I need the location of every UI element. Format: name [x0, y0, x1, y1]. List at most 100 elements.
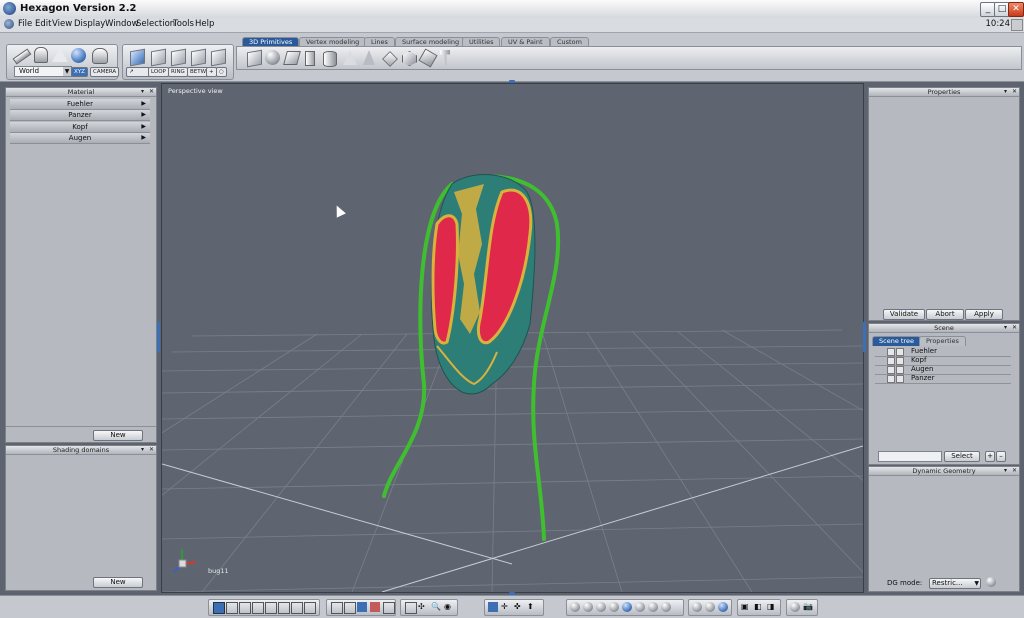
object-mode-icon[interactable] — [130, 48, 145, 67]
dg-toggle-icon[interactable] — [986, 577, 996, 587]
material-item-panzer[interactable]: Panzer ▶ — [10, 110, 150, 121]
two-views-icon[interactable] — [226, 602, 238, 614]
menu-tools[interactable]: Tools — [173, 19, 194, 29]
panel-close-icon[interactable]: ✕ — [148, 446, 155, 453]
xray-icon[interactable] — [648, 602, 658, 612]
face-mode-icon[interactable] — [191, 48, 206, 67]
walk-icon[interactable]: ✛ — [501, 602, 511, 612]
smooth-shading-icon[interactable] — [609, 602, 619, 612]
box-primitive-icon[interactable] — [305, 51, 315, 66]
split-right-icon[interactable] — [304, 602, 316, 614]
three-views-icon[interactable] — [239, 602, 251, 614]
panel-close-icon[interactable]: ✕ — [1011, 467, 1018, 474]
perspective-viewport[interactable]: Perspective view bug11 — [161, 83, 864, 593]
dodecahedron-primitive-icon[interactable] — [418, 48, 438, 68]
collapse-all-icon[interactable]: – — [996, 451, 1006, 462]
zoom-icon[interactable]: 🔍 — [431, 602, 441, 612]
fx-icon[interactable] — [718, 602, 728, 612]
pyramid-primitive-icon[interactable] — [363, 50, 375, 65]
wireframe-icon[interactable] — [570, 602, 580, 612]
close-button[interactable]: ✕ — [1008, 2, 1024, 17]
menu-file[interactable]: File — [18, 19, 32, 29]
validate-button[interactable]: Validate — [883, 309, 925, 320]
scene-tree-row[interactable]: Panzer — [875, 374, 1011, 384]
material-item-fuehler[interactable]: Fuehler ▶ — [10, 99, 150, 110]
cylinder-primitive-icon[interactable] — [323, 51, 337, 67]
smooth-wire-icon[interactable] — [635, 602, 645, 612]
visibility-icon[interactable] — [887, 366, 895, 374]
panel-menu-icon[interactable]: ▾ — [139, 446, 146, 453]
textured-shading-icon[interactable] — [622, 602, 632, 612]
sphere-primitive-icon[interactable] — [265, 50, 280, 65]
texture-grid-icon[interactable] — [370, 602, 380, 612]
visibility-icon[interactable] — [887, 375, 895, 383]
coordinate-system-select[interactable]: World ▼ — [14, 66, 72, 77]
expand-all-icon[interactable]: + — [985, 451, 995, 462]
full-render-icon[interactable]: ◨ — [767, 602, 777, 612]
edge-mode-icon[interactable] — [171, 48, 186, 67]
pan-icon[interactable]: ✣ — [418, 602, 428, 612]
vertex-mode-icon[interactable] — [151, 48, 166, 67]
diamond-primitive-icon[interactable] — [382, 51, 398, 67]
orbit-icon[interactable] — [488, 602, 498, 612]
grid-icon[interactable] — [344, 602, 356, 614]
frame-icon[interactable] — [405, 602, 417, 614]
panel-close-icon[interactable]: ✕ — [1011, 324, 1018, 331]
rotate-icon[interactable] — [71, 48, 86, 63]
xyz-button[interactable]: XYZ — [71, 67, 88, 77]
lasso-icon[interactable] — [34, 47, 48, 63]
panel-menu-icon[interactable]: ▾ — [1002, 467, 1009, 474]
new-shading-button[interactable]: New — [93, 577, 143, 588]
light-icon[interactable] — [692, 602, 702, 612]
ambient-occlusion-icon[interactable] — [661, 602, 671, 612]
snapshot-icon[interactable]: 📷 — [803, 602, 813, 612]
flat-shading-icon[interactable] — [596, 602, 606, 612]
grid-active-icon[interactable] — [357, 602, 367, 612]
dolly-icon[interactable]: ✜ — [514, 602, 524, 612]
apply-button[interactable]: Apply — [965, 309, 1003, 320]
material-item-kopf[interactable]: Kopf ▶ — [10, 122, 150, 133]
lock-icon[interactable] — [896, 375, 904, 383]
scene-search-input[interactable] — [878, 451, 942, 462]
render-icon[interactable] — [790, 602, 800, 612]
lock-icon[interactable] — [896, 357, 904, 365]
left-panel-collapse-handle[interactable] — [157, 322, 160, 352]
visibility-icon[interactable] — [887, 348, 895, 356]
lock-icon[interactable] — [896, 366, 904, 374]
tab-scene-properties[interactable]: Properties — [919, 336, 966, 346]
text-primitive-icon[interactable] — [440, 50, 450, 65]
menu-app-icon[interactable] — [4, 19, 14, 29]
new-material-button[interactable]: New — [93, 430, 143, 441]
menu-edit[interactable]: Edit — [35, 19, 51, 29]
region-render-icon[interactable]: ◧ — [754, 602, 764, 612]
fly-icon[interactable]: ⬆ — [527, 602, 537, 612]
visibility-icon[interactable] — [887, 357, 895, 365]
hidden-line-icon[interactable] — [583, 602, 593, 612]
shrink-select-icon[interactable]: ○ — [216, 67, 227, 77]
select-arrow-icon[interactable] — [12, 48, 32, 65]
select-button[interactable]: Select — [944, 451, 980, 462]
camera-button[interactable]: CAMERA — [90, 67, 120, 77]
eye-icon[interactable]: ◉ — [444, 602, 454, 612]
panel-menu-icon[interactable]: ▾ — [1002, 324, 1009, 331]
abort-button[interactable]: Abort — [926, 309, 964, 320]
polyhedron-primitive-icon[interactable] — [402, 51, 417, 66]
panel-menu-icon[interactable]: ▾ — [139, 88, 146, 95]
loop-button[interactable]: LOOP — [148, 67, 169, 77]
menu-help[interactable]: Help — [195, 19, 214, 29]
shadow-icon[interactable] — [705, 602, 715, 612]
lock-icon[interactable] — [896, 348, 904, 356]
panel-close-icon[interactable]: ✕ — [148, 88, 155, 95]
menu-display[interactable]: Display — [74, 19, 105, 29]
cube-primitive-icon[interactable] — [247, 49, 262, 68]
menu-close-icon[interactable] — [1011, 19, 1023, 31]
dg-mode-select[interactable]: Restric... ▼ — [929, 578, 981, 589]
scale-icon[interactable] — [92, 48, 108, 64]
box-render-icon[interactable]: ▣ — [741, 602, 751, 612]
panel-menu-icon[interactable]: ▾ — [1002, 88, 1009, 95]
ring-button[interactable]: RING — [168, 67, 188, 77]
right-panel-collapse-handle[interactable] — [863, 322, 866, 352]
single-view-icon[interactable] — [213, 602, 225, 614]
app-icon[interactable] — [3, 2, 16, 15]
camera-icon[interactable] — [331, 602, 343, 614]
